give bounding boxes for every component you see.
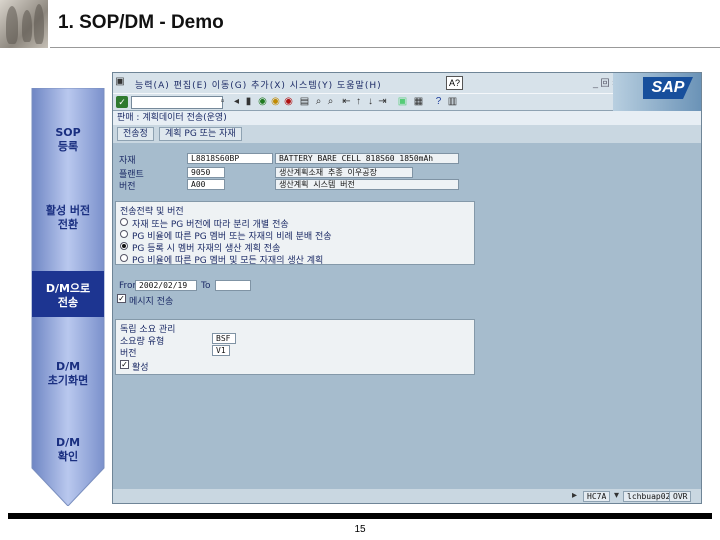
transfer-button[interactable]: 전송정 bbox=[117, 127, 154, 141]
plant-description: 생산계획소재 추종 이우공장 bbox=[275, 167, 413, 178]
system-id: HC7A bbox=[583, 491, 611, 502]
exit-yellow-icon[interactable]: ◉ bbox=[270, 96, 281, 108]
footer-bar bbox=[8, 513, 712, 519]
print-icon[interactable]: ▤ bbox=[299, 96, 310, 108]
req-version-input[interactable]: V1 bbox=[212, 345, 230, 356]
shortcut-icon[interactable]: ▦ bbox=[413, 96, 424, 108]
status-bar: ▸ HC7A ▾ lchbuap02 OVR bbox=[113, 489, 701, 503]
version-label: 버전 bbox=[119, 182, 136, 192]
period-to-label: To bbox=[201, 281, 211, 291]
application-toolbar: 전송정 계획 PG 또는 자재 bbox=[113, 125, 701, 143]
message-checkbox[interactable]: ✓ bbox=[117, 294, 126, 303]
last-page-icon[interactable]: ⇥ bbox=[377, 96, 388, 108]
requirement-type-input[interactable]: BSF bbox=[212, 333, 236, 344]
transfer-strategy-title: 전송전략 및 버전 bbox=[120, 207, 184, 217]
plan-pg-material-button[interactable]: 계획 PG 또는 자재 bbox=[159, 127, 242, 141]
sap-logo: SAP bbox=[613, 73, 701, 111]
sap-window: ▣ 능력(A) 편집(E) 이동(G) 추가(X) 시스템(Y) 도움말(H) … bbox=[112, 72, 702, 504]
next-page-icon[interactable]: ↓ bbox=[365, 96, 376, 108]
option-radio-4[interactable] bbox=[120, 254, 128, 262]
standard-toolbar: ✓ ▫ ◂ ▮ ◉ ◉ ◉ ▤ ⌕ ⌕ ⇤ ↑ ↓ ⇥ ▣ ▦ ? ▥ bbox=[113, 93, 613, 111]
material-description: BATTERY BARE CELL 818S60 1850mAh bbox=[275, 153, 459, 164]
screen-title: 판매 : 계획데이터 전송(운영) bbox=[113, 111, 701, 125]
process-step-dm-init: D/M 초기화면 bbox=[47, 360, 89, 387]
prev-page-icon[interactable]: ↑ bbox=[353, 96, 364, 108]
save-icon[interactable]: ▫ bbox=[217, 96, 228, 108]
period-from-input[interactable]: 2002/02/19 bbox=[135, 280, 197, 291]
process-step-transfer: D/M으로 전송 bbox=[45, 282, 91, 309]
process-step-dm-check: D/M 확인 bbox=[55, 436, 81, 463]
version-description: 생산계획 시스템 버전 bbox=[275, 179, 459, 190]
status-arrow-icon[interactable]: ▸ bbox=[569, 490, 580, 502]
transfer-strategy-group: 전송전략 및 버전 자재 또는 PG 버전에 따라 분리 개별 전송 PG 비율… bbox=[115, 201, 475, 266]
status-more-icon[interactable]: ▾ bbox=[611, 490, 622, 502]
period-to-input[interactable] bbox=[215, 280, 251, 291]
sap-logo-mark: SAP bbox=[643, 77, 693, 99]
process-step-version: 활성 버전 전환 bbox=[45, 204, 91, 231]
company-logo bbox=[0, 0, 48, 48]
version-input[interactable]: A00 bbox=[187, 179, 225, 190]
back-icon[interactable]: ◂ bbox=[231, 96, 242, 108]
first-page-icon[interactable]: ⇤ bbox=[341, 96, 352, 108]
cancel-icon[interactable]: ◉ bbox=[283, 96, 294, 108]
option-label-4: PG 비율에 따른 PG 멤버 및 모든 자재의 생산 계획 bbox=[132, 256, 324, 266]
page-number: 15 bbox=[354, 524, 366, 535]
find-icon[interactable]: ⌕ bbox=[313, 96, 324, 108]
active-checkbox-label: 활성 bbox=[132, 363, 149, 373]
slide-title: 1. SOP/DM - Demo bbox=[58, 12, 224, 33]
exit-icon[interactable]: ▮ bbox=[243, 96, 254, 108]
title-divider bbox=[50, 47, 720, 48]
command-field[interactable] bbox=[131, 96, 223, 109]
help-book-icon[interactable]: ? bbox=[433, 96, 444, 108]
option-radio-3[interactable] bbox=[120, 242, 128, 250]
doc-icon[interactable]: ▣ bbox=[113, 76, 127, 90]
insert-mode: OVR bbox=[669, 491, 692, 502]
menu-items[interactable]: 능력(A) 편집(E) 이동(G) 추가(X) 시스템(Y) 도움말(H) bbox=[135, 78, 382, 91]
new-session-icon[interactable]: ▣ bbox=[397, 96, 408, 108]
layout-icon[interactable]: ▥ bbox=[447, 96, 458, 108]
material-input[interactable]: L8818S60BP bbox=[187, 153, 273, 164]
independent-requirements-group: 독립 소요 관리 소요량 유형 BSF 버전 V1 ✓ 활성 bbox=[115, 319, 475, 375]
material-label: 자재 bbox=[119, 156, 136, 166]
process-step-sop: SOP 등록 bbox=[55, 126, 81, 153]
active-checkbox[interactable]: ✓ bbox=[120, 360, 129, 369]
find-next-icon[interactable]: ⌕ bbox=[325, 96, 336, 108]
option-radio-2[interactable] bbox=[120, 230, 128, 238]
help-icon[interactable]: A? bbox=[446, 76, 463, 90]
message-checkbox-label: 메시지 전송 bbox=[129, 297, 174, 307]
req-version-label: 버전 bbox=[120, 349, 137, 359]
server-name: lchbuap02 bbox=[623, 491, 675, 502]
option-radio-1[interactable] bbox=[120, 218, 128, 226]
back-green-icon[interactable]: ◉ bbox=[257, 96, 268, 108]
enter-icon[interactable]: ✓ bbox=[116, 96, 128, 108]
plant-input[interactable]: 9050 bbox=[187, 167, 225, 178]
